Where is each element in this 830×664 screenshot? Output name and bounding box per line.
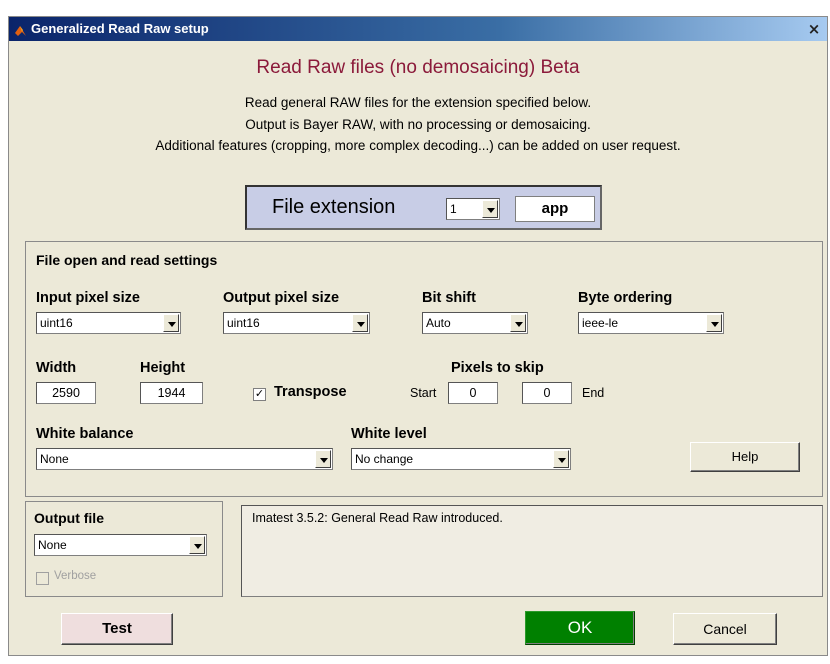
chevron-down-icon[interactable] [482,200,498,218]
log-text: Imatest 3.5.2: General Read Raw introduc… [252,511,503,525]
input-pixel-size-dropdown[interactable]: uint16 [36,312,181,334]
ok-button[interactable]: OK [525,611,635,645]
window-title: Generalized Read Raw setup [31,21,209,36]
help-button[interactable]: Help [690,442,800,472]
bit-shift-label: Bit shift [422,290,476,306]
chevron-down-icon[interactable] [553,450,569,468]
input-pixel-size-label: Input pixel size [36,290,140,306]
output-file-title: Output file [34,510,104,526]
description-line-3: Additional features (cropping, more comp… [155,138,681,153]
transpose-label: Transpose [274,384,347,400]
chevron-down-icon[interactable] [706,314,722,332]
white-balance-value: None [40,452,69,466]
verbose-label: Verbose [54,570,97,582]
white-level-label: White level [351,426,427,442]
height-field[interactable]: 1944 [140,382,203,404]
chevron-down-icon[interactable] [352,314,368,332]
file-open-settings-group: File open and read settings Input pixel … [25,241,823,497]
cancel-button[interactable]: Cancel [673,613,777,645]
white-level-value: No change [355,452,414,466]
dialog-window: Generalized Read Raw setup × Read Raw fi… [8,16,828,656]
output-file-group: Output file None Verbose [25,501,223,597]
file-extension-panel: File extension 1 app [245,185,602,230]
file-extension-label: File extension [272,196,396,218]
description-line-1: Read general RAW files for the extension… [244,95,592,110]
width-field[interactable]: 2590 [36,382,96,404]
byte-ordering-value: ieee-le [582,316,619,330]
byte-ordering-label: Byte ordering [578,290,673,306]
chevron-down-icon[interactable] [163,314,179,332]
byte-ordering-dropdown[interactable]: ieee-le [578,312,724,334]
file-extension-index-dropdown[interactable]: 1 [446,198,500,220]
chevron-down-icon[interactable] [510,314,526,332]
height-label: Height [140,360,186,376]
white-level-dropdown[interactable]: No change [351,448,571,470]
bit-shift-value: Auto [426,316,451,330]
output-pixel-size-value: uint16 [227,316,260,330]
file-extension-field[interactable]: app [515,196,595,222]
settings-group-title: File open and read settings [36,252,218,268]
chevron-down-icon[interactable] [315,450,331,468]
log-text-area: Imatest 3.5.2: General Read Raw introduc… [241,505,823,597]
transpose-checkbox[interactable]: ✓ [253,388,266,401]
chevron-down-icon[interactable] [189,536,205,554]
width-label: Width [36,360,77,376]
white-balance-label: White balance [36,426,134,442]
output-pixel-size-label: Output pixel size [223,290,340,306]
test-button[interactable]: Test [61,613,173,645]
matlab-icon [14,22,27,36]
title-bar[interactable]: Generalized Read Raw setup × [9,17,827,41]
bit-shift-dropdown[interactable]: Auto [422,312,528,334]
white-balance-dropdown[interactable]: None [36,448,333,470]
close-button[interactable]: × [805,20,823,38]
skip-start-label: Start [410,386,437,400]
output-file-value: None [38,538,67,552]
skip-end-label: End [582,386,605,400]
file-extension-index-value: 1 [450,202,457,216]
skip-end-field[interactable]: 0 [522,382,572,404]
pixels-to-skip-label: Pixels to skip [451,360,544,376]
input-pixel-size-value: uint16 [40,316,73,330]
skip-start-field[interactable]: 0 [448,382,498,404]
dialog-heading: Read Raw files (no demosaicing) Beta [256,57,580,78]
output-pixel-size-dropdown[interactable]: uint16 [223,312,370,334]
verbose-checkbox[interactable] [36,572,49,585]
output-file-dropdown[interactable]: None [34,534,207,556]
description-line-2: Output is Bayer RAW, with no processing … [245,117,591,132]
